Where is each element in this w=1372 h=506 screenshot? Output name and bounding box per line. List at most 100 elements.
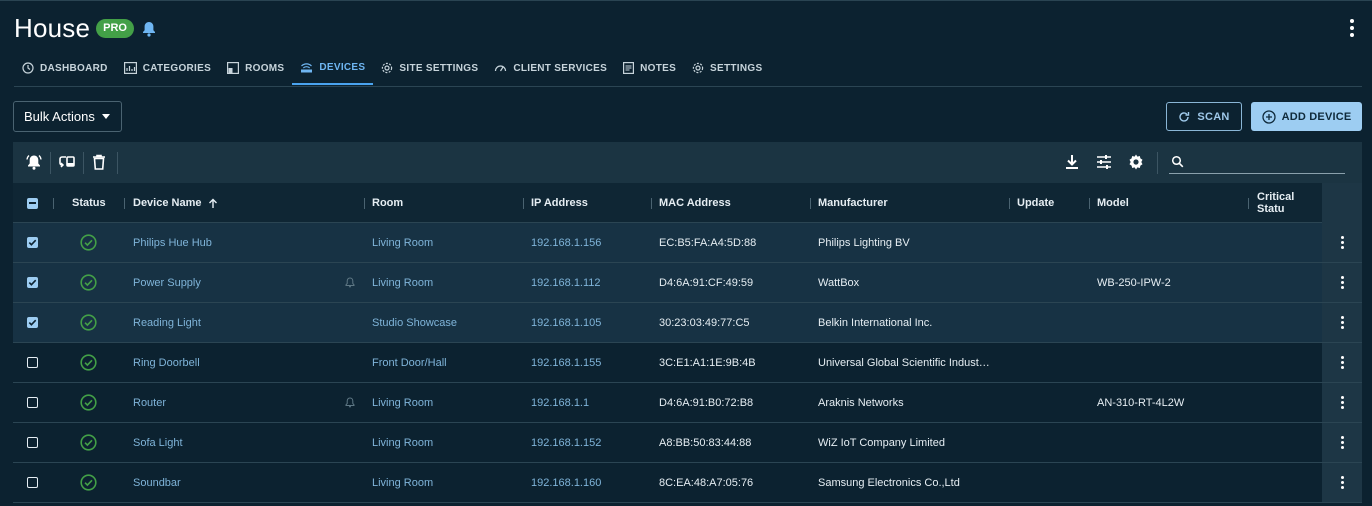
device-name-link[interactable]: Reading Light [133,303,201,342]
chart-icon [123,62,137,74]
tab-settings[interactable]: SETTINGS [684,51,770,85]
device-name-link[interactable]: Ring Doorbell [133,343,200,382]
table-row[interactable]: Reading Light Studio Showcase 192.168.1.10… [13,303,1362,343]
row-checkbox[interactable] [27,263,38,302]
device-name-link[interactable]: Soundbar [133,463,181,502]
device-name-link[interactable]: Power Supply [133,263,201,302]
room-link[interactable]: Living Room [372,423,433,462]
row-checkbox[interactable] [27,463,38,502]
row-checkbox[interactable] [27,423,38,462]
model: WB-250-IPW-2 [1097,276,1171,289]
table-row[interactable]: Ring Doorbell Front Door/Hall 192.168.1.15… [13,343,1362,383]
status-ok-icon [80,223,97,262]
row-menu-icon[interactable] [1340,356,1344,369]
notes-icon [623,62,635,74]
room-link[interactable]: Living Room [372,463,433,502]
chevron-down-icon [101,114,110,119]
table-row[interactable]: Power Supply Living Room 192.168.1.112 D4:6… [13,263,1362,303]
gear-icon [382,62,393,74]
mac-address: 8C:EA:48:A7:05:76 [659,476,754,489]
toolbar-divider [50,152,51,174]
ip-address-link[interactable]: 192.168.1.156 [531,223,601,262]
gear-icon[interactable] [1127,153,1145,176]
device-name-link[interactable]: Philips Hue Hub [133,223,212,262]
mac-address: EC:B5:FA:A4:5D:88 [659,236,757,249]
ip-address-link[interactable]: 192.168.1.152 [531,423,601,462]
device-name-link[interactable]: Sofa Light [133,423,183,462]
ip-address-link[interactable]: 192.168.1.105 [531,303,601,342]
column-header-mac-address[interactable]: MAC Address [659,183,731,223]
column-header-model[interactable]: Model [1097,183,1129,223]
room-link[interactable]: Living Room [372,383,433,422]
scan-label: SCAN [1197,110,1230,123]
ip-address-link[interactable]: 192.168.1.160 [531,463,601,502]
row-menu-icon[interactable] [1340,316,1344,329]
scan-button[interactable]: SCAN [1166,102,1242,131]
room-link[interactable]: Living Room [372,263,433,302]
manufacturer: Philips Lighting BV [818,236,910,249]
ip-address-link[interactable]: 192.168.1.155 [531,343,601,382]
table-row[interactable]: Router Living Room 192.168.1.1 D4:6A:91:B0:… [13,383,1362,423]
tab-bar: DASHBOARD CATEGORIES ROOMS DEVICES SITE … [14,51,1362,87]
column-header-update[interactable]: Update [1017,183,1054,223]
column-header-room[interactable]: Room [372,183,403,223]
add-device-button[interactable]: ADD DEVICE [1251,102,1362,131]
row-checkbox[interactable] [27,343,38,382]
more-options-icon[interactable] [1350,19,1354,37]
tab-categories[interactable]: CATEGORIES [116,51,219,85]
row-menu-icon[interactable] [1340,276,1344,289]
row-checkbox[interactable] [27,223,38,262]
tab-devices[interactable]: DEVICES [292,51,374,85]
ip-address-link[interactable]: 192.168.1.1 [531,383,589,422]
row-menu-icon[interactable] [1340,396,1344,409]
column-divider [124,198,125,209]
toolbar-divider [1157,152,1158,174]
device-name-link[interactable]: Router [133,383,166,422]
select-all-checkbox[interactable] [27,183,38,223]
ip-address-link[interactable]: 192.168.1.112 [531,263,601,302]
row-menu-icon[interactable] [1340,436,1344,449]
add-circle-icon [1261,109,1276,124]
row-menu-icon[interactable] [1340,236,1344,249]
reassign-icon[interactable] [58,153,76,176]
column-header-ip-address[interactable]: IP Address [531,183,588,223]
table-row[interactable]: Soundbar Living Room 192.168.1.160 8C:EA:48… [13,463,1362,503]
pro-badge: PRO [96,19,134,38]
column-divider [1009,198,1010,209]
column-settings-icon[interactable] [1095,153,1113,176]
row-actions [1322,303,1362,342]
download-icon[interactable] [1064,153,1080,176]
search-icon [1171,155,1184,168]
room-link[interactable]: Studio Showcase [372,303,457,342]
status-ok-icon [80,343,97,382]
row-checkbox[interactable] [27,383,38,422]
column-divider [523,198,524,209]
room-link[interactable]: Front Door/Hall [372,343,447,382]
notification-bell-icon[interactable] [142,21,156,37]
table-header: Status Device Name Room IP Address MAC A… [13,183,1362,223]
table-row[interactable]: Sofa Light Living Room 192.168.1.152 A8:BB:… [13,423,1362,463]
tab-site-settings[interactable]: SITE SETTINGS [373,51,486,85]
tab-notes[interactable]: NOTES [615,51,684,85]
table-row[interactable]: Philips Hue Hub Living Room 192.168.1.156 E… [13,223,1362,263]
bell-alert-icon[interactable] [25,153,43,176]
search-input[interactable] [1191,152,1341,172]
tab-rooms[interactable]: ROOMS [219,51,292,85]
bulk-actions-dropdown[interactable]: Bulk Actions [13,101,122,132]
column-header-device-name[interactable]: Device Name [133,183,218,223]
row-actions [1322,223,1362,262]
row-menu-icon[interactable] [1340,476,1344,489]
column-label: Device Name [133,197,202,209]
room-link[interactable]: Living Room [372,223,433,262]
manufacturer: WiZ IoT Company Limited [818,436,945,449]
trash-icon[interactable] [91,153,107,176]
tab-label: SETTINGS [710,62,763,74]
tab-dashboard[interactable]: DASHBOARD [14,51,116,85]
mac-address: D4:6A:91:CF:49:59 [659,276,754,289]
row-checkbox[interactable] [27,303,38,342]
tab-client-services[interactable]: CLIENT SERVICES [486,51,615,85]
column-header-manufacturer[interactable]: Manufacturer [818,183,888,223]
tab-label: DEVICES [319,61,366,73]
column-header-critical-status[interactable]: Critical Statu [1257,183,1322,223]
column-header-status[interactable]: Status [72,183,106,223]
